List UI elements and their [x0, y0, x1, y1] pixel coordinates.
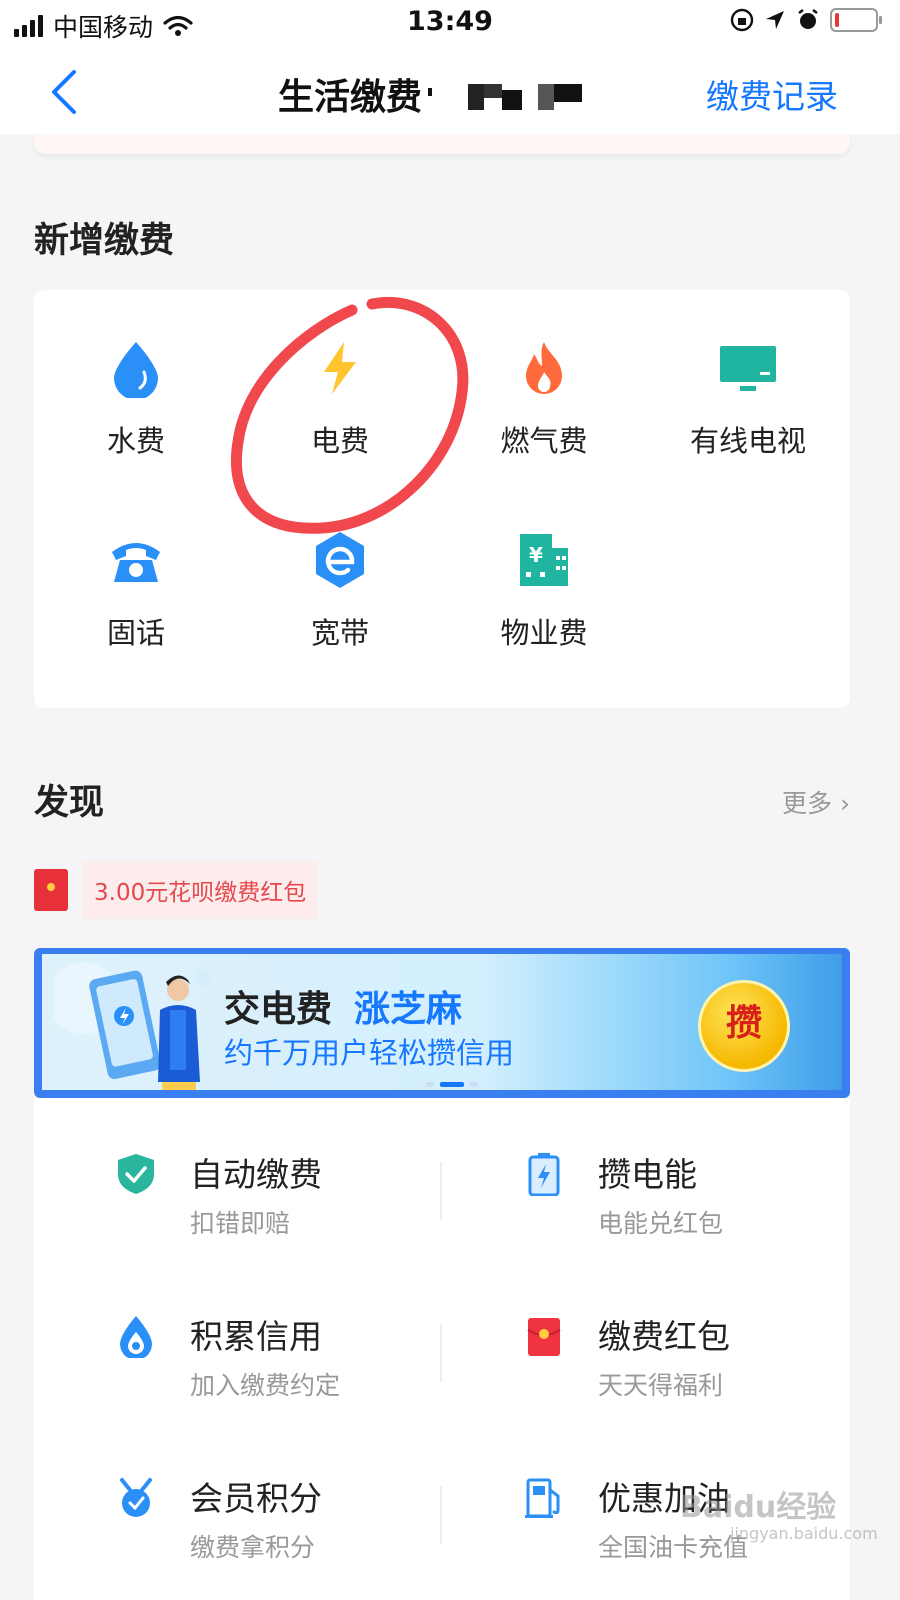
lightning-icon — [324, 342, 356, 394]
nav-bar: 生活缴费 缴费记录 — [0, 48, 900, 134]
feature-subtitle: 天天得福利 — [598, 1371, 724, 1400]
feature-member-points[interactable]: 会员积分 缴费拿积分 — [34, 1422, 442, 1582]
page-title: 生活缴费 — [278, 77, 423, 118]
feature-auto-pay[interactable]: 自动缴费 扣错即赔 — [34, 1098, 442, 1258]
baidu-watermark: Baidu经验 — [680, 1490, 837, 1525]
location-arrow-icon — [766, 11, 784, 29]
alarm-icon — [798, 9, 818, 29]
feature-title: 缴费红包 — [598, 1317, 730, 1356]
service-property[interactable]: ¥ 物业费 — [442, 482, 646, 672]
broadband-icon — [316, 532, 364, 588]
battery-icon — [528, 1153, 560, 1196]
redacted-mosaic — [428, 84, 582, 110]
feature-subtitle: 缴费拿积分 — [190, 1533, 316, 1562]
flame-icon — [526, 342, 562, 394]
feature-subtitle: 全国油卡充值 — [598, 1533, 749, 1562]
service-label: 固话 — [106, 616, 165, 650]
telephone-icon — [112, 543, 160, 582]
feature-subtitle: 电能兑红包 — [598, 1209, 724, 1238]
service-label: 宽带 — [310, 616, 369, 650]
water-drop-icon — [114, 342, 158, 398]
service-cable-tv[interactable]: 有线电视 — [646, 290, 850, 480]
status-right — [730, 8, 882, 32]
service-label: 物业费 — [500, 616, 588, 650]
feature-title: 积累信用 — [190, 1317, 322, 1356]
status-bar: 中国移动 13:49 — [0, 0, 900, 48]
member-points-icon — [120, 1478, 152, 1517]
feature-subtitle: 加入缴费约定 — [190, 1371, 341, 1400]
shield-check-icon — [118, 1154, 154, 1194]
fuel-pump-icon — [525, 1478, 560, 1518]
feature-title: 攒电能 — [598, 1155, 697, 1194]
service-label: 燃气费 — [500, 424, 588, 458]
red-envelope-icon — [34, 869, 68, 911]
services-card: 水费 电费 燃气费 有线电视 固话 宽带 ¥ 物业费 — [34, 290, 850, 708]
more-label: 更多 — [782, 789, 833, 818]
top-card-edge — [34, 134, 850, 154]
more-link[interactable]: 更多 › — [782, 784, 850, 820]
hongbao-promo[interactable]: 3.00元花呗缴费红包 — [34, 861, 319, 919]
payment-record-link[interactable]: 缴费记录 — [706, 70, 838, 118]
feature-save-energy[interactable]: 攒电能 电能兑红包 — [442, 1098, 850, 1258]
svg-text:¥: ¥ — [529, 543, 543, 567]
service-electricity[interactable]: 电费 — [238, 290, 442, 480]
service-landline[interactable]: 固话 — [34, 482, 238, 672]
baidu-watermark-url: jingyan.baidu.com — [730, 1524, 878, 1543]
chevron-right-icon: › — [840, 789, 850, 818]
credit-drop-icon — [120, 1316, 152, 1358]
feature-title: 会员积分 — [190, 1479, 322, 1518]
section-title-discover: 发现 — [34, 783, 105, 823]
service-label: 有线电视 — [689, 424, 806, 458]
feature-title: 自动缴费 — [190, 1155, 322, 1194]
red-envelope-icon — [527, 1318, 561, 1356]
back-arrow-icon[interactable] — [44, 68, 88, 116]
battery-status-icon — [830, 8, 882, 32]
hongbao-text: 3.00元花呗缴费红包 — [82, 861, 319, 919]
feature-credit[interactable]: 积累信用 加入缴费约定 — [34, 1260, 442, 1420]
building-icon: ¥ — [520, 534, 568, 586]
service-gas[interactable]: 燃气费 — [442, 290, 646, 480]
service-label: 电费 — [310, 424, 369, 458]
tv-icon — [720, 346, 776, 391]
service-water[interactable]: 水费 — [34, 290, 238, 480]
feature-subtitle: 扣错即赔 — [190, 1209, 291, 1238]
rotation-lock-icon — [730, 8, 754, 32]
feature-red-envelope[interactable]: 缴费红包 天天得福利 — [442, 1260, 850, 1420]
banner-frame — [34, 948, 850, 1098]
service-broadband[interactable]: 宽带 — [238, 482, 442, 672]
section-title-new-payment: 新增缴费 — [34, 221, 175, 261]
service-label: 水费 — [106, 424, 165, 458]
promo-banner[interactable]: 交电费 涨芝麻 约千万用户轻松攒信用 攒 — [34, 948, 850, 1098]
